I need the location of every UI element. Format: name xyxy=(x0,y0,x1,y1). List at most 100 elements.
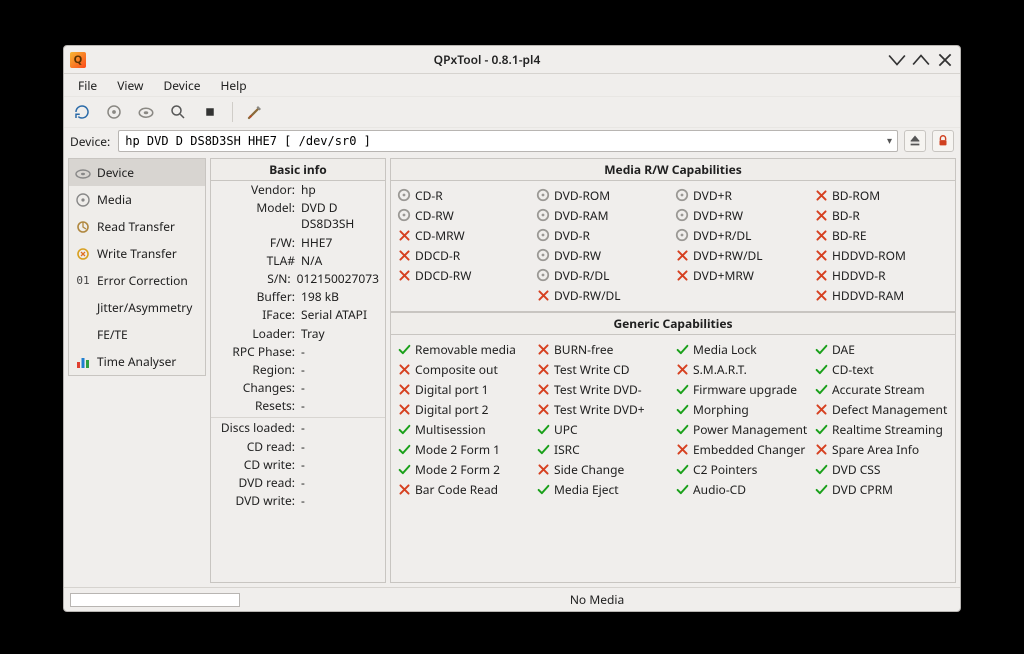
capability-item: HDDVD-ROM xyxy=(814,245,949,265)
menu-help[interactable]: Help xyxy=(210,74,256,97)
menu-view[interactable]: View xyxy=(107,74,153,97)
x-icon xyxy=(814,402,828,416)
capability-label: DVD CSS xyxy=(832,461,880,478)
capability-label: DVD-R xyxy=(554,227,590,244)
sidebar-item-time-analyser[interactable]: Time Analyser xyxy=(69,348,205,375)
basic-row: Region:- xyxy=(211,361,385,379)
capability-label: ISRC xyxy=(554,441,580,458)
basic-key: Buffer: xyxy=(217,289,295,305)
basic-row: Changes:- xyxy=(211,379,385,397)
disc-icon xyxy=(675,208,689,222)
x-icon xyxy=(536,462,550,476)
capability-item: Digital port 2 xyxy=(397,399,532,419)
capability-label: Mode 2 Form 2 xyxy=(415,461,500,478)
check-icon xyxy=(814,382,828,396)
capability-item: Mode 2 Form 1 xyxy=(397,439,532,459)
capability-item: Multisession xyxy=(397,419,532,439)
basic-val: - xyxy=(301,493,379,509)
capability-item: CD-RW xyxy=(397,205,532,225)
menu-file[interactable]: File xyxy=(68,74,107,97)
x-icon xyxy=(397,268,411,282)
capability-label: DVD+R/DL xyxy=(693,227,751,244)
capability-item: HDDVD-R xyxy=(814,265,949,285)
capability-item: DVD-ROM xyxy=(536,185,671,205)
basic-key: CD read: xyxy=(217,439,295,455)
eject-button[interactable] xyxy=(904,130,926,152)
capability-label: Test Write CD xyxy=(554,361,629,378)
capability-item: Mode 2 Form 2 xyxy=(397,459,532,479)
capability-label: Firmware upgrade xyxy=(693,381,797,398)
capability-item: DVD-R xyxy=(536,225,671,245)
sidebar-item-media[interactable]: Media xyxy=(69,186,205,213)
rescan-button[interactable] xyxy=(70,100,94,124)
toolbar-separator xyxy=(232,102,233,122)
basic-val: Serial ATAPI xyxy=(301,307,379,323)
chart-icon xyxy=(75,354,91,370)
sidebar-item-fete[interactable]: FE/TE xyxy=(69,321,205,348)
basic-val: - xyxy=(301,439,379,455)
capability-label: S.M.A.R.T. xyxy=(693,361,747,378)
check-icon xyxy=(675,462,689,476)
capability-item: Spare Area Info xyxy=(814,439,949,459)
basic-key: Vendor: xyxy=(217,182,295,198)
menu-device[interactable]: Device xyxy=(153,74,210,97)
stop-button[interactable] xyxy=(198,100,222,124)
basic-info-panel: Basic info Vendor:hpModel:DVD D DS8D3SHF… xyxy=(210,158,386,583)
capability-item: DVD-R/DL xyxy=(536,265,671,285)
basic-row: DVD read:- xyxy=(211,474,385,492)
capability-label: UPC xyxy=(554,421,578,438)
basic-val: Tray xyxy=(301,326,379,342)
content-area: Basic info Vendor:hpModel:DVD D DS8D3SHF… xyxy=(210,158,956,583)
device-info-button[interactable] xyxy=(102,100,126,124)
capability-item: BURN-free xyxy=(536,339,671,359)
status-text: No Media xyxy=(240,591,954,608)
capability-item: DVD+RW xyxy=(675,205,810,225)
x-icon xyxy=(814,442,828,456)
check-icon xyxy=(675,422,689,436)
sidebar-item-label: Media xyxy=(97,191,132,208)
capability-item: ISRC xyxy=(536,439,671,459)
capability-label: DVD+RW/DL xyxy=(693,247,763,264)
capability-label: Mode 2 Form 1 xyxy=(415,441,500,458)
x-icon xyxy=(814,268,828,282)
sidebar-item-device[interactable]: Device xyxy=(69,159,205,186)
basic-key: CD write: xyxy=(217,457,295,473)
basic-key: F/W: xyxy=(217,235,295,251)
basic-key: Region: xyxy=(217,362,295,378)
capability-item: DVD-RW xyxy=(536,245,671,265)
maximize-button[interactable] xyxy=(912,51,930,69)
sidebar-item-error-correction[interactable]: 01 Error Correction xyxy=(69,267,205,294)
capability-label: Media Lock xyxy=(693,341,757,358)
capability-item: Side Change xyxy=(536,459,671,479)
sidebar: Device Media Read Transfer Write Transfe… xyxy=(68,158,206,583)
jitter-icon xyxy=(75,300,91,316)
capability-item: Bar Code Read xyxy=(397,479,532,499)
device-select[interactable]: hp DVD D DS8D3SH HHE7 [ /dev/sr0 ] xyxy=(118,130,898,152)
settings-button[interactable] xyxy=(243,100,267,124)
basic-val: - xyxy=(301,380,379,396)
check-icon xyxy=(397,342,411,356)
capability-label: CD-text xyxy=(832,361,874,378)
capability-item: C2 Pointers xyxy=(675,459,810,479)
capability-item: DVD CPRM xyxy=(814,479,949,499)
capability-label: HDDVD-RAM xyxy=(832,287,904,304)
basic-val: DVD D DS8D3SH xyxy=(301,200,379,232)
media-button[interactable] xyxy=(134,100,158,124)
minimize-button[interactable] xyxy=(888,51,906,69)
close-button[interactable] xyxy=(936,51,954,69)
capability-item: Morphing xyxy=(675,399,810,419)
capability-item: Embedded Changer xyxy=(675,439,810,459)
capability-label: DDCD-RW xyxy=(415,267,471,284)
lock-button[interactable] xyxy=(932,130,954,152)
sidebar-item-read-transfer[interactable]: Read Transfer xyxy=(69,213,205,240)
capability-item: Media Eject xyxy=(536,479,671,499)
disc-icon xyxy=(675,228,689,242)
search-button[interactable] xyxy=(166,100,190,124)
sidebar-item-jitter[interactable]: Jitter/Asymmetry xyxy=(69,294,205,321)
x-icon xyxy=(814,248,828,262)
sidebar-item-write-transfer[interactable]: Write Transfer xyxy=(69,240,205,267)
capability-label: Audio-CD xyxy=(693,481,746,498)
check-icon xyxy=(814,422,828,436)
basic-row: IFace:Serial ATAPI xyxy=(211,306,385,324)
cap-column: Media Lock S.M.A.R.T. Firmware upgradeMorp… xyxy=(675,339,810,499)
